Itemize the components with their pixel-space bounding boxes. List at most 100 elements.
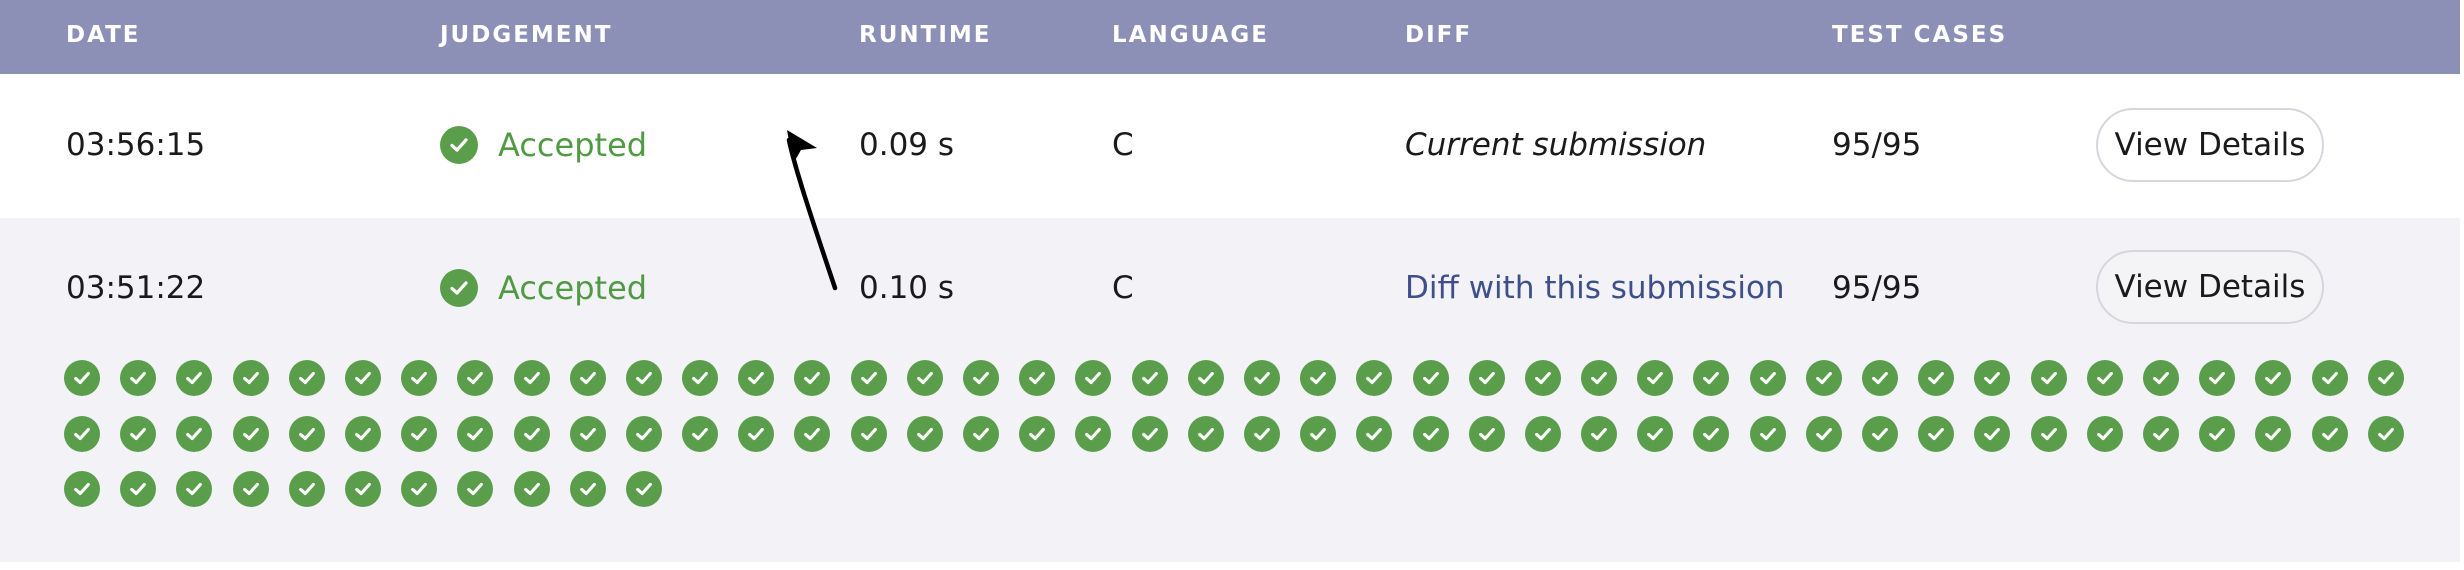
check-circle-icon	[1356, 415, 1393, 452]
check-circle-icon	[569, 415, 606, 452]
diff-current-label: Current submission	[1405, 127, 1707, 163]
check-circle-icon	[569, 360, 606, 396]
check-circle-icon	[344, 415, 381, 452]
table-header: DATE JUDGEMENT RUNTIME LANGUAGE DIFF TES…	[0, 0, 2460, 74]
check-circle-icon	[569, 471, 606, 507]
check-circle-icon	[1693, 360, 1730, 396]
column-header-diff: DIFF	[1405, 22, 1473, 48]
check-circle-icon	[1412, 360, 1449, 396]
check-circle-icon	[64, 360, 100, 396]
check-circle-icon	[401, 415, 438, 452]
check-circle-icon	[1243, 415, 1280, 452]
check-circle-icon	[457, 415, 494, 452]
diff-with-submission-link[interactable]: Diff with this submission	[1405, 268, 1785, 308]
test-cases-value: 95/95	[1832, 270, 1922, 306]
check-circle-icon	[288, 360, 325, 396]
check-circle-icon	[2255, 415, 2292, 452]
check-circle-icon	[2030, 360, 2067, 396]
check-circle-icon	[457, 471, 494, 507]
judgement-label: Accepted	[498, 269, 648, 307]
check-circle-icon	[1524, 360, 1561, 396]
column-header-runtime: RUNTIME	[859, 22, 992, 48]
check-circle-icon	[176, 415, 213, 452]
check-circle-icon	[120, 415, 157, 452]
check-circle-icon	[1862, 360, 1898, 396]
check-circle-icon	[906, 415, 943, 452]
check-circle-icon	[513, 471, 550, 507]
submissions-table: DATE JUDGEMENT RUNTIME LANGUAGE DIFF TES…	[0, 0, 2464, 570]
check-circle-icon	[625, 471, 662, 507]
language-value: C	[1112, 127, 1134, 163]
check-circle-icon	[288, 415, 325, 452]
check-circle-icon	[1974, 360, 2011, 396]
check-circle-icon	[625, 360, 662, 396]
check-circle-icon	[64, 471, 100, 507]
check-circle-icon	[1131, 360, 1168, 396]
check-circle-icon	[1524, 415, 1561, 452]
check-circle-icon	[1974, 415, 2011, 452]
check-circle-icon	[176, 471, 213, 507]
check-circle-icon	[850, 415, 887, 452]
check-circle-icon	[1862, 415, 1898, 452]
check-circle-icon	[288, 471, 325, 507]
test-cases-value: 95/95	[1832, 127, 1922, 163]
check-circle-icon	[344, 360, 381, 396]
check-circle-icon	[440, 126, 478, 164]
check-circle-icon	[1749, 415, 1786, 452]
check-circle-icon	[2311, 360, 2348, 396]
check-circle-icon	[1581, 360, 1618, 396]
language-value: C	[1112, 270, 1134, 306]
check-circle-icon	[2311, 415, 2348, 452]
test-case-results	[64, 360, 2404, 507]
judgement-status: Accepted	[440, 126, 647, 164]
check-circle-icon	[1918, 415, 1955, 452]
check-circle-icon	[120, 360, 157, 396]
check-circle-icon	[344, 471, 381, 507]
check-circle-icon	[2367, 360, 2404, 396]
submission-date: 03:51:22	[66, 270, 206, 306]
check-circle-icon	[1693, 415, 1730, 452]
check-circle-icon	[963, 415, 999, 452]
check-circle-icon	[963, 360, 999, 396]
check-circle-icon	[1300, 415, 1337, 452]
view-details-button[interactable]: View Details	[2096, 108, 2324, 182]
column-header-date: DATE	[66, 22, 141, 48]
check-circle-icon	[1187, 415, 1224, 452]
check-circle-icon	[232, 471, 269, 507]
check-circle-icon	[794, 415, 831, 452]
check-circle-icon	[513, 360, 550, 396]
column-header-judgement: JUDGEMENT	[440, 22, 613, 48]
check-circle-icon	[1300, 360, 1337, 396]
check-circle-icon	[906, 360, 943, 396]
check-circle-icon	[625, 415, 662, 452]
column-header-test-cases: TEST CASES	[1832, 22, 2008, 48]
check-circle-icon	[1918, 360, 1955, 396]
check-circle-icon	[1131, 415, 1168, 452]
check-circle-icon	[2199, 360, 2236, 396]
view-details-button[interactable]: View Details	[2096, 250, 2324, 324]
check-circle-icon	[401, 471, 438, 507]
check-circle-icon	[1075, 415, 1112, 452]
check-circle-icon	[2142, 415, 2179, 452]
check-circle-icon	[1356, 360, 1393, 396]
check-circle-icon	[1581, 415, 1618, 452]
check-circle-icon	[2199, 415, 2236, 452]
check-circle-icon	[457, 360, 494, 396]
check-circle-icon	[850, 360, 887, 396]
check-circle-icon	[64, 415, 100, 452]
check-circle-icon	[2086, 360, 2123, 396]
check-circle-icon	[1075, 360, 1112, 396]
check-circle-icon	[1749, 360, 1786, 396]
check-circle-icon	[2030, 415, 2067, 452]
judgement-status: Accepted	[440, 269, 647, 307]
check-circle-icon	[2142, 360, 2179, 396]
annotation-arrow-icon	[786, 130, 838, 291]
check-circle-icon	[1637, 360, 1674, 396]
check-circle-icon	[232, 415, 269, 452]
check-circle-icon	[794, 360, 831, 396]
check-circle-icon	[738, 360, 775, 396]
check-circle-icon	[1019, 415, 1056, 452]
check-circle-icon	[738, 415, 775, 452]
column-header-language: LANGUAGE	[1112, 22, 1269, 48]
check-circle-icon	[1468, 360, 1505, 396]
